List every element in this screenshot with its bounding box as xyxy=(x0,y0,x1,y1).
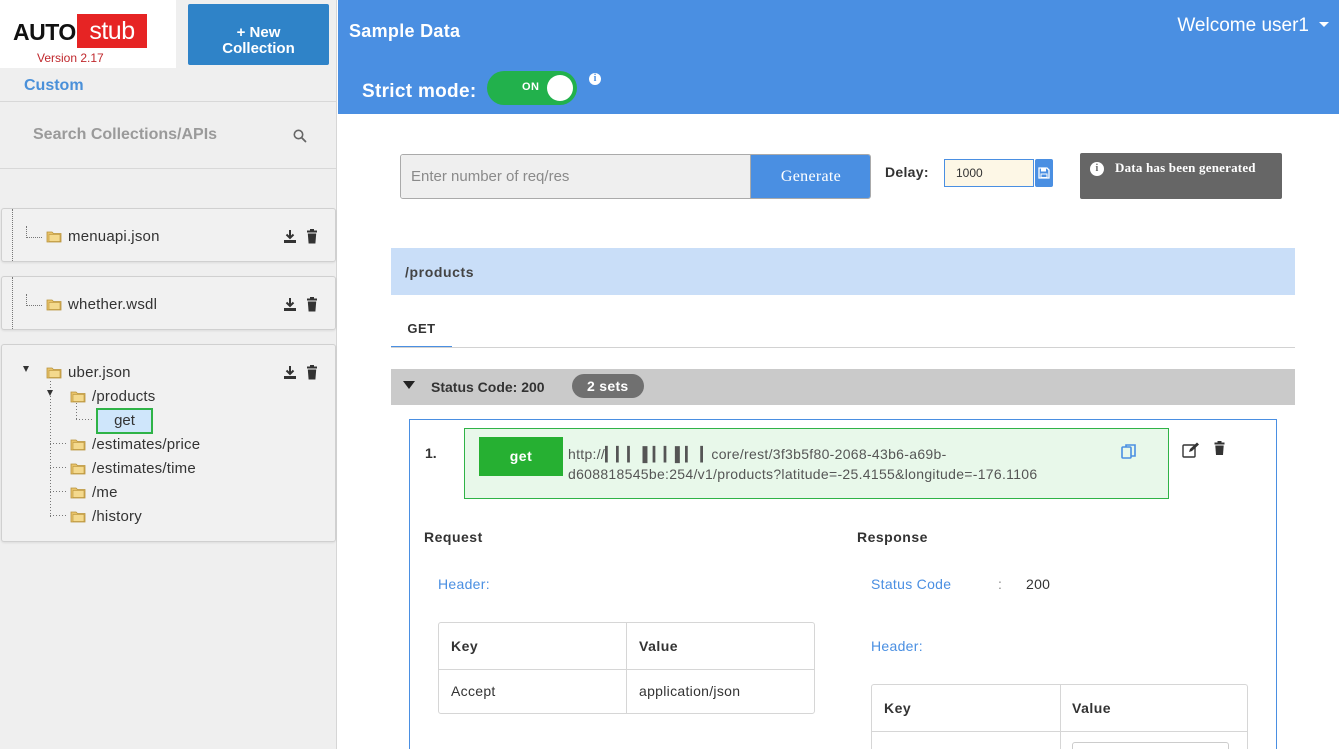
logo: AUTO stub Version 2.17 xyxy=(0,0,176,68)
info-icon: i xyxy=(1090,162,1104,176)
collection-item[interactable]: uber.json xyxy=(46,362,131,382)
tree-item-me[interactable]: /me xyxy=(70,482,118,502)
delete-icon[interactable] xyxy=(305,229,319,244)
collection-card: menuapi.json xyxy=(1,208,336,262)
tree-item-estimates-time[interactable]: /estimates/time xyxy=(70,458,196,478)
sidebar: AUTO stub Version 2.17 + New Collection … xyxy=(0,0,337,749)
endpoint-path: /products xyxy=(405,264,475,280)
strict-mode-label: Strict mode: xyxy=(362,81,477,102)
user-menu[interactable]: Welcome user1 xyxy=(1177,15,1309,37)
main-content: Generate Delay: i Data has been generate… xyxy=(338,114,1339,749)
folder-icon xyxy=(70,487,86,499)
table-cell-value: application/json xyxy=(639,683,741,699)
request-url: http://▎▎▎ ▌▎▎▌▎ ▎core/rest/3f3b5f80-206… xyxy=(568,446,1038,482)
folder-icon xyxy=(70,391,86,403)
tab-get[interactable]: GET xyxy=(391,310,452,348)
download-icon[interactable] xyxy=(283,365,297,380)
logo-auto-text: AUTO xyxy=(13,19,76,45)
response-title: Response xyxy=(857,529,928,545)
request-title: Request xyxy=(424,529,483,545)
set-index: 1. xyxy=(425,445,437,461)
toast-notification: i Data has been generated xyxy=(1080,153,1282,199)
method-badge: get xyxy=(479,437,563,476)
download-icon[interactable] xyxy=(283,229,297,244)
request-header-link[interactable]: Header: xyxy=(438,576,490,592)
sidebar-group-custom[interactable]: Custom xyxy=(24,77,84,95)
folder-icon xyxy=(70,439,86,451)
save-icon xyxy=(1038,167,1050,179)
page-title: Sample Data xyxy=(349,21,461,41)
delete-icon[interactable] xyxy=(305,297,319,312)
tree-item-get-selected[interactable]: get xyxy=(96,408,153,434)
collection-item[interactable]: menuapi.json xyxy=(26,226,160,246)
app-version: Version 2.17 xyxy=(37,51,104,65)
download-icon[interactable] xyxy=(283,297,297,312)
table-header-key: Key xyxy=(884,700,912,716)
response-header-link[interactable]: Header: xyxy=(871,638,923,654)
toggle-knob xyxy=(547,75,573,101)
collection-card: whether.wsdl xyxy=(1,276,336,330)
toggle-state: ON xyxy=(522,81,540,93)
logo-stub-text: stub xyxy=(77,14,147,48)
table-header-value: Value xyxy=(1072,700,1112,716)
folder-icon xyxy=(70,463,86,475)
folder-icon xyxy=(46,299,62,311)
url-box: get http://▎▎▎ ▌▎▎▌▎ ▎core/rest/3f3b5f80… xyxy=(464,428,1169,499)
table-header-key: Key xyxy=(451,638,479,654)
collection-item[interactable]: whether.wsdl xyxy=(26,294,157,314)
delete-icon[interactable] xyxy=(305,365,319,380)
divider xyxy=(0,168,336,169)
tree-item-estimates-price[interactable]: /estimates/price xyxy=(70,434,200,454)
status-separator: : xyxy=(998,576,1002,592)
search-box xyxy=(0,102,336,168)
collection-name: menuapi.json xyxy=(68,227,160,245)
response-value-input[interactable] xyxy=(1072,742,1229,749)
table-cell-key: Accept xyxy=(451,683,496,699)
tree-item-label: /history xyxy=(92,507,142,525)
folder-open-icon xyxy=(46,367,62,379)
delay-label: Delay: xyxy=(885,164,929,180)
info-icon[interactable]: i xyxy=(589,73,601,85)
status-code-label: Status Code: 200 xyxy=(431,379,545,395)
collection-card: uber.json /products get /estimates/price… xyxy=(1,344,336,542)
tree-item-history[interactable]: /history xyxy=(70,506,142,526)
status-code-section[interactable]: Status Code: 200 2 sets xyxy=(391,369,1295,405)
collection-name: uber.json xyxy=(68,363,131,381)
generate-button[interactable]: Generate xyxy=(751,155,870,198)
tree-item-label: /me xyxy=(92,483,118,501)
response-status-value: 200 xyxy=(1026,576,1051,592)
request-set-panel: 1. get http://▎▎▎ ▌▎▎▌▎ ▎core/rest/3f3b5… xyxy=(409,419,1277,749)
sets-badge: 2 sets xyxy=(572,374,644,398)
collection-name: whether.wsdl xyxy=(68,295,158,313)
folder-icon xyxy=(70,511,86,523)
save-delay-button[interactable] xyxy=(1035,159,1053,187)
tree-item-label: /estimates/price xyxy=(92,435,201,453)
tree-item-label: /products xyxy=(92,387,156,405)
new-collection-button[interactable]: + New Collection xyxy=(188,4,329,65)
generator-group: Generate xyxy=(400,154,871,199)
delay-input[interactable] xyxy=(944,159,1034,187)
response-header-table: Key Value xyxy=(871,684,1248,749)
chevron-down-icon[interactable] xyxy=(1319,22,1329,27)
copy-icon[interactable] xyxy=(1120,443,1138,461)
tree-item-label: /estimates/time xyxy=(92,459,196,477)
response-status-label: Status Code xyxy=(871,576,952,592)
tree-item-products[interactable]: /products xyxy=(70,386,156,406)
caret-down-icon[interactable] xyxy=(403,381,415,389)
delete-icon[interactable] xyxy=(1214,441,1225,455)
request-header-table: Key Value Accept application/json xyxy=(438,622,815,714)
endpoint-path-bar: /products xyxy=(391,248,1295,295)
edit-icon[interactable] xyxy=(1182,442,1200,458)
search-input[interactable] xyxy=(33,126,283,144)
toast-text: Data has been generated xyxy=(1115,160,1256,175)
req-count-input[interactable] xyxy=(401,155,751,198)
strict-mode-toggle[interactable]: ON xyxy=(487,71,577,105)
header: Sample Data Welcome user1 Strict mode: O… xyxy=(338,0,1339,114)
tab-divider xyxy=(391,347,1295,348)
search-icon[interactable] xyxy=(293,129,307,143)
table-header-value: Value xyxy=(639,638,679,654)
folder-icon xyxy=(46,231,62,243)
